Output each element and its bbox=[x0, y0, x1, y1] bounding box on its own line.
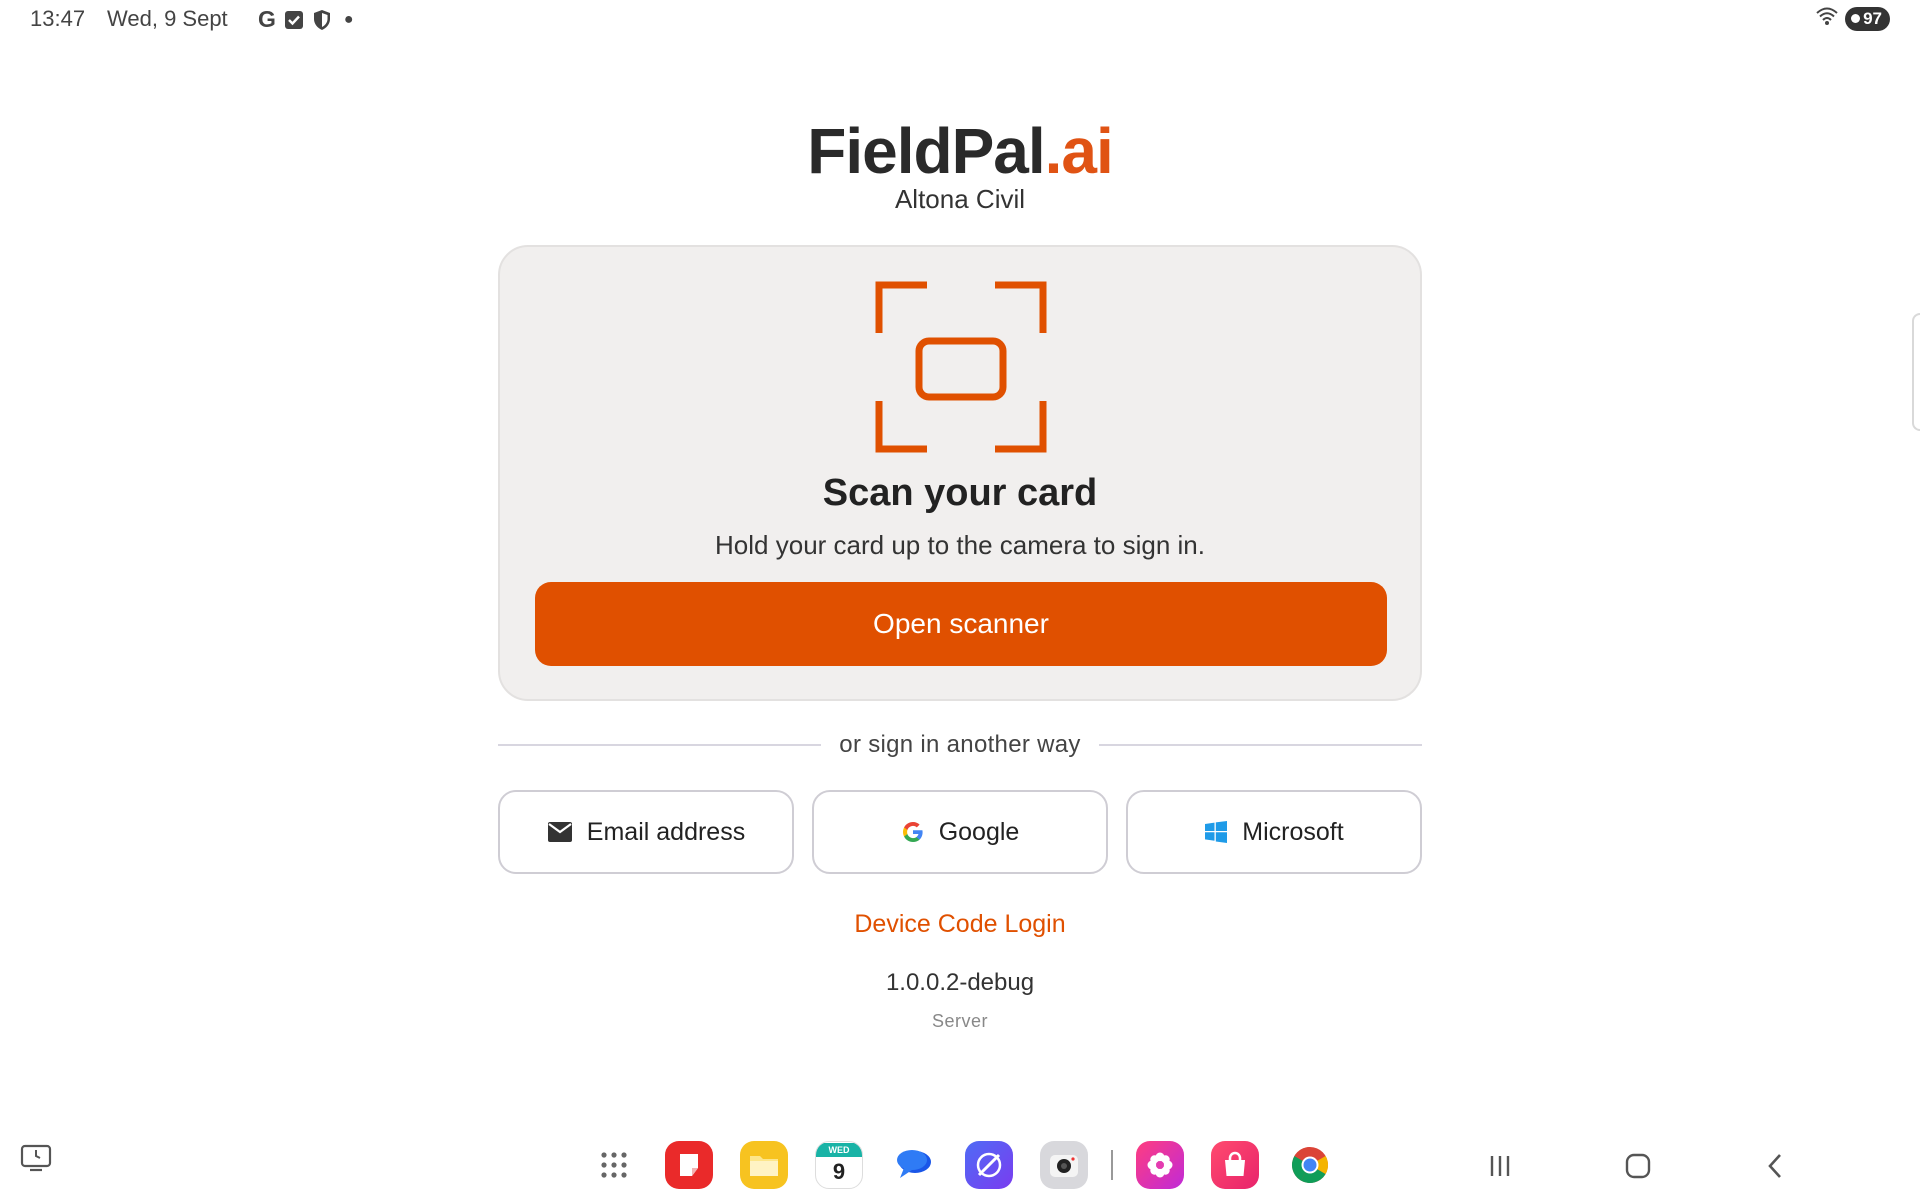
device-code-login-link[interactable]: Device Code Login bbox=[0, 909, 1920, 939]
edge-panel-handle[interactable] bbox=[1912, 313, 1920, 431]
app-dock: WED 9 bbox=[590, 1140, 1334, 1190]
mail-icon bbox=[547, 821, 573, 843]
notes-app-icon[interactable] bbox=[665, 1141, 713, 1189]
calendar-day: 9 bbox=[832, 1159, 846, 1184]
microsoft-signin-label: Microsoft bbox=[1242, 817, 1344, 846]
chrome-app-icon[interactable] bbox=[1286, 1141, 1334, 1189]
logo-main-text: FieldPal bbox=[807, 115, 1045, 187]
browser-app-icon[interactable] bbox=[965, 1141, 1013, 1189]
scan-title: Scan your card bbox=[822, 472, 1098, 514]
google-signin-label: Google bbox=[938, 817, 1020, 846]
home-icon[interactable] bbox=[1614, 1142, 1662, 1190]
status-date: Wed, 9 Sept bbox=[107, 6, 228, 31]
calendar-weekday: WED bbox=[816, 1143, 862, 1157]
signin-divider: or sign in another way bbox=[498, 730, 1422, 760]
google-icon: G bbox=[258, 6, 276, 32]
gallery-app-icon[interactable] bbox=[1136, 1141, 1184, 1189]
battery-level: 97 bbox=[1863, 8, 1882, 28]
camera-app-icon[interactable] bbox=[1040, 1141, 1088, 1189]
microsoft-signin-button[interactable]: Microsoft bbox=[1126, 790, 1422, 874]
store-app-icon[interactable] bbox=[1211, 1141, 1259, 1189]
back-icon[interactable] bbox=[1752, 1142, 1800, 1190]
windows-logo-icon bbox=[1204, 820, 1228, 844]
status-time: 13:47 bbox=[30, 6, 86, 31]
calendar-app-icon[interactable]: WED 9 bbox=[815, 1141, 863, 1189]
taskbar: WED 9 bbox=[0, 1130, 1920, 1200]
checkbox-icon bbox=[284, 10, 304, 30]
screen-rotate-icon[interactable] bbox=[20, 1143, 52, 1178]
dot-icon: ● bbox=[343, 10, 354, 28]
scan-subtitle: Hold your card up to the camera to sign … bbox=[715, 530, 1205, 560]
open-scanner-button[interactable]: Open scanner bbox=[535, 582, 1387, 666]
email-signin-button[interactable]: Email address bbox=[498, 790, 794, 874]
google-signin-button[interactable]: Google bbox=[812, 790, 1108, 874]
app-drawer-icon[interactable] bbox=[590, 1141, 638, 1189]
divider-line-right bbox=[1098, 744, 1422, 746]
files-app-icon[interactable] bbox=[740, 1141, 788, 1189]
email-signin-label: Email address bbox=[586, 817, 746, 846]
google-logo-icon bbox=[901, 820, 925, 844]
app-logo: FieldPal.ai bbox=[0, 113, 1920, 189]
status-bar: 13:47 Wed, 9 Sept G ● 97 bbox=[0, 0, 1920, 36]
app-version: 1.0.0.2-debug bbox=[885, 969, 1035, 996]
shield-icon bbox=[312, 9, 332, 31]
battery-icon: 97 bbox=[1845, 6, 1890, 31]
scan-card: Scan your card Hold your card up to the … bbox=[498, 245, 1422, 701]
divider-text: or sign in another way bbox=[839, 731, 1081, 758]
dock-separator bbox=[1111, 1150, 1113, 1180]
server-label: Server bbox=[931, 1011, 988, 1031]
status-system-icons: 97 bbox=[1815, 6, 1890, 31]
recents-icon[interactable] bbox=[1476, 1142, 1524, 1190]
wifi-icon bbox=[1815, 6, 1839, 31]
status-notification-icons: G ● bbox=[258, 6, 354, 33]
alt-signin-row: Email address Google Microsoft bbox=[498, 790, 1422, 874]
logo-accent-text: .ai bbox=[1044, 115, 1114, 187]
scan-frame-icon bbox=[875, 281, 1047, 453]
organization-name: Altona Civil bbox=[894, 184, 1026, 214]
messages-app-icon[interactable] bbox=[890, 1141, 938, 1189]
divider-line-left bbox=[498, 744, 822, 746]
